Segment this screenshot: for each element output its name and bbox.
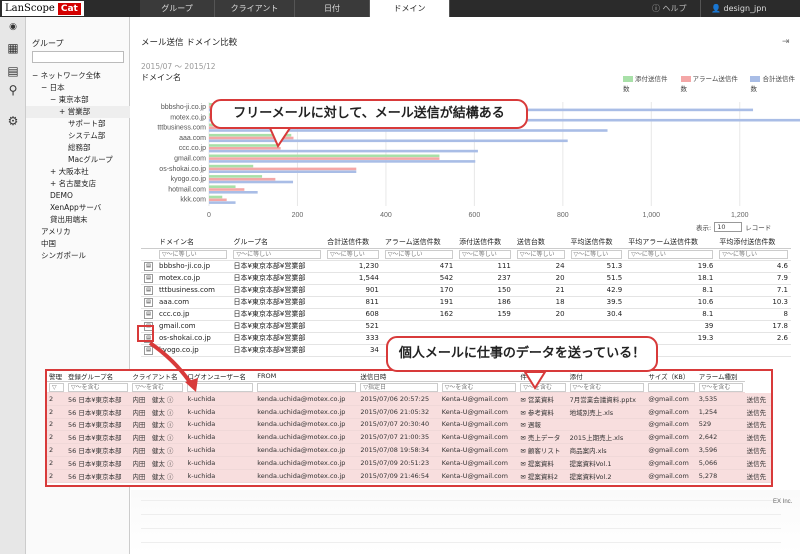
- footer-fragment: EX Inc.: [773, 499, 793, 505]
- highlight-box: [137, 325, 154, 342]
- callout-bottom-tail: [523, 371, 547, 390]
- pointer-arrow: [148, 341, 194, 387]
- callout-top-tail: [268, 127, 292, 149]
- annotation-overlay: EX Inc.: [137, 127, 793, 505]
